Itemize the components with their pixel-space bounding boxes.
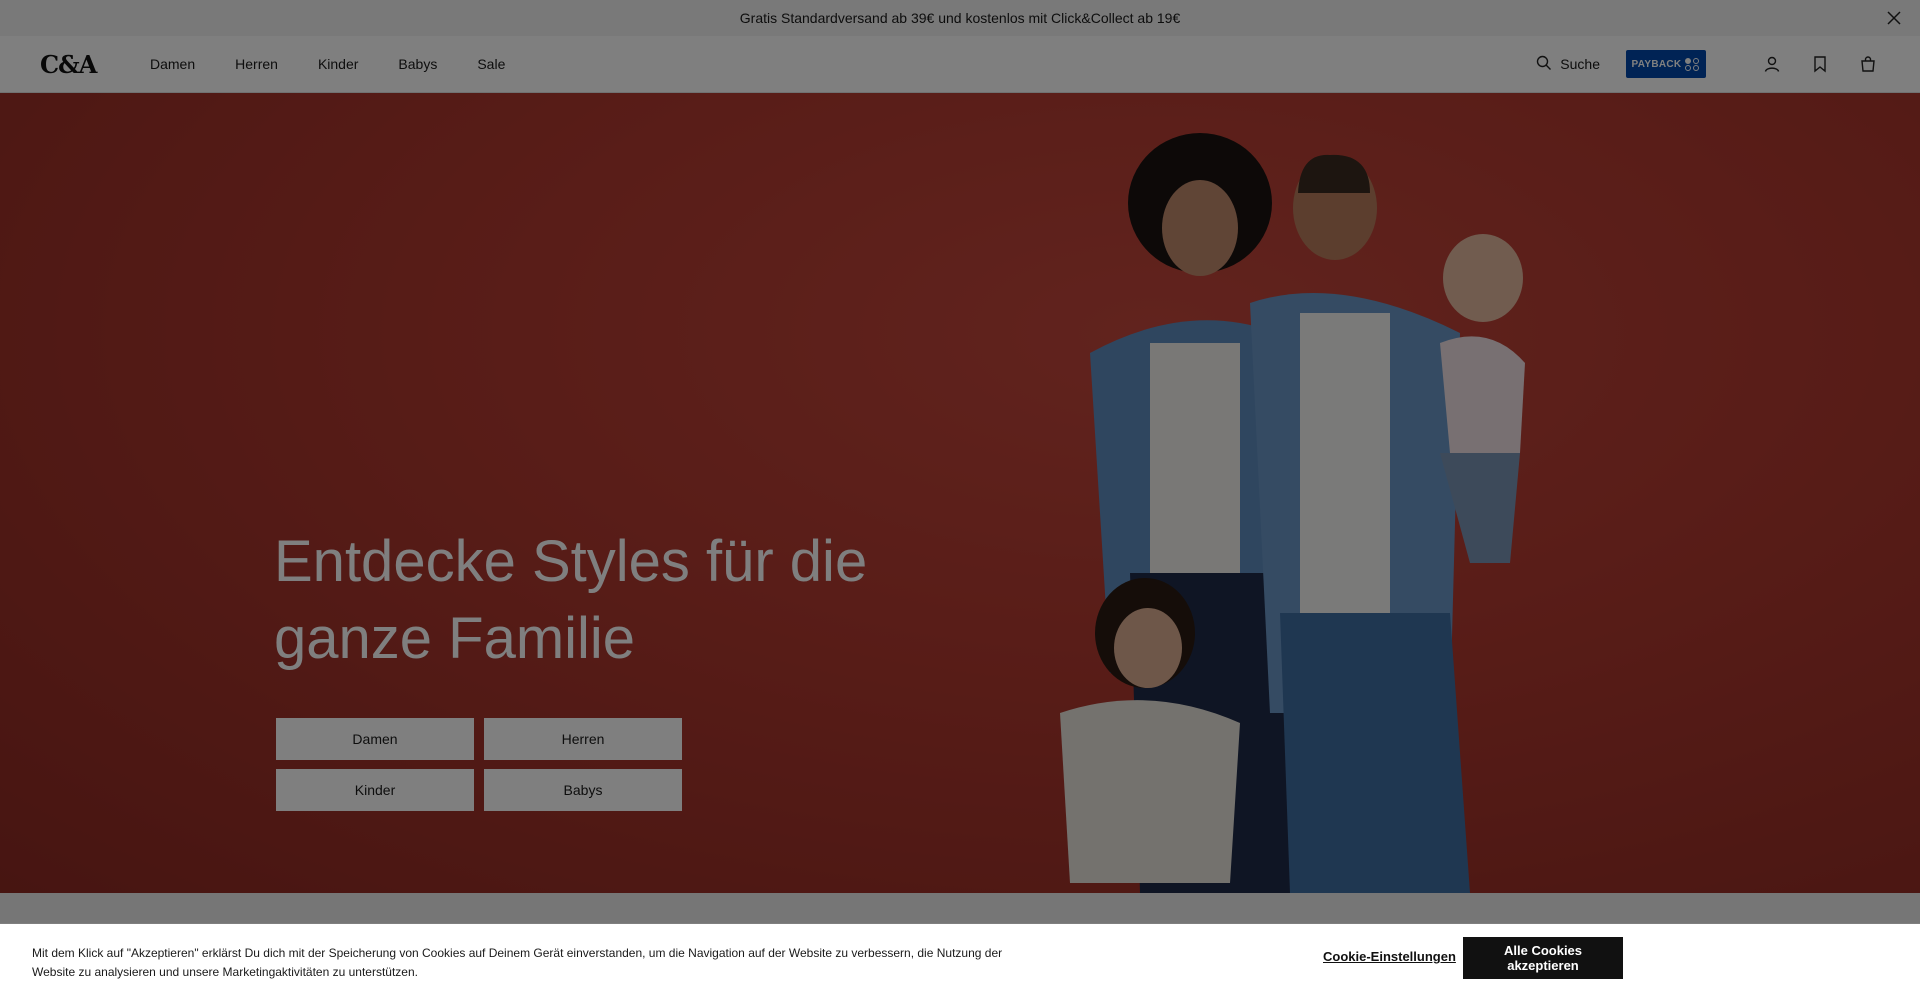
- search-button[interactable]: Suche: [1536, 55, 1600, 74]
- hero-family-image: [1060, 133, 1525, 893]
- nav-item-herren[interactable]: Herren: [235, 56, 278, 72]
- hero-button-herren[interactable]: Herren: [484, 718, 682, 760]
- site-header: C&A Damen Herren Kinder Babys Sale Suche…: [0, 36, 1920, 93]
- hero-button-kinder[interactable]: Kinder: [276, 769, 474, 811]
- nav-item-sale[interactable]: Sale: [477, 56, 505, 72]
- payback-button[interactable]: PAYBACK: [1626, 50, 1706, 78]
- payback-logo-icon: [1685, 57, 1700, 71]
- hero-title: Entdecke Styles für die ganze Familie: [274, 529, 868, 671]
- close-icon[interactable]: [1884, 8, 1904, 28]
- nav-item-babys[interactable]: Babys: [398, 56, 437, 72]
- main-nav: Damen Herren Kinder Babys Sale: [150, 36, 545, 92]
- hero-button-damen[interactable]: Damen: [276, 718, 474, 760]
- nav-item-kinder[interactable]: Kinder: [318, 56, 358, 72]
- wishlist-icon[interactable]: [1808, 52, 1832, 76]
- hero-button-babys[interactable]: Babys: [484, 769, 682, 811]
- cookie-banner: Mit dem Klick auf "Akzeptieren" erklärst…: [0, 924, 1920, 993]
- accept-cookies-button[interactable]: Alle Cookies akzeptieren: [1463, 937, 1623, 979]
- cart-icon[interactable]: [1856, 52, 1880, 76]
- header-actions: Suche PAYBACK: [1536, 36, 1880, 92]
- content-strip: [0, 893, 1920, 923]
- search-label: Suche: [1560, 56, 1600, 72]
- payback-label: PAYBACK: [1631, 58, 1682, 70]
- nav-item-damen[interactable]: Damen: [150, 56, 195, 72]
- search-icon: [1536, 55, 1560, 74]
- hero-category-buttons: Damen Herren Kinder Babys: [276, 718, 682, 811]
- logo[interactable]: C&A: [40, 50, 97, 79]
- cookie-settings-button[interactable]: Cookie-Einstellungen: [1323, 949, 1456, 964]
- promo-text: Gratis Standardversand ab 39€ und kosten…: [739, 10, 1181, 26]
- account-icon[interactable]: [1760, 52, 1784, 76]
- cookie-text: Mit dem Klick auf "Akzeptieren" erklärst…: [32, 946, 1003, 979]
- hero-banner: Entdecke Styles für die ganze Familie Da…: [0, 93, 1920, 893]
- promo-bar: Gratis Standardversand ab 39€ und kosten…: [0, 0, 1920, 36]
